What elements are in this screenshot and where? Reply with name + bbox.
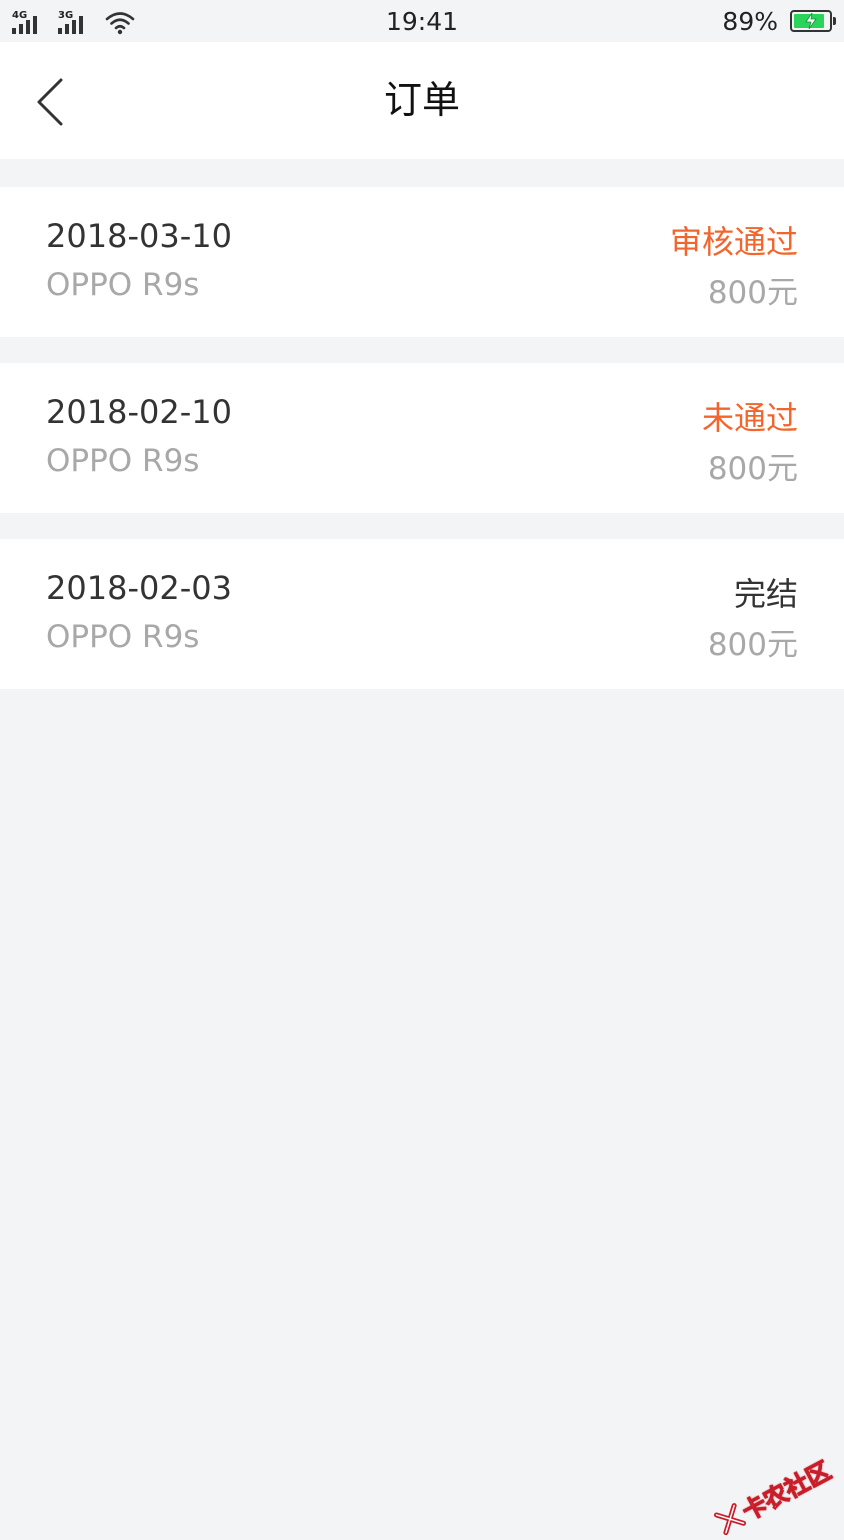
order-product: OPPO R9s [46, 267, 200, 303]
order-date: 2018-02-10 [46, 393, 232, 431]
charging-bolt-icon [805, 13, 817, 29]
battery-percent: 89% [722, 6, 778, 36]
order-date: 2018-03-10 [46, 217, 232, 255]
status-bar: 4G 3G 19:41 89% [0, 0, 844, 42]
chevron-left-icon [37, 78, 63, 126]
order-status: 审核通过 [669, 223, 798, 261]
order-date: 2018-02-03 [46, 569, 232, 607]
order-amount: 800元 [707, 451, 798, 487]
battery-icon [790, 10, 836, 32]
watermark-text: 卡农社区 [737, 1456, 836, 1527]
order-product: OPPO R9s [46, 443, 200, 479]
order-item[interactable]: 2018-02-10 OPPO R9s 未通过 800元 [0, 363, 844, 513]
order-product: OPPO R9s [46, 619, 200, 655]
nav-bar: 订单 [0, 42, 844, 159]
watermark-logo: 卡农社区 [710, 1451, 836, 1540]
status-time: 19:41 [385, 7, 459, 36]
order-item[interactable]: 2018-03-10 OPPO R9s 审核通过 800元 [0, 187, 844, 337]
order-status: 未通过 [701, 399, 798, 437]
status-right: 89% [722, 0, 836, 42]
order-status: 完结 [733, 575, 798, 613]
order-amount: 800元 [707, 627, 798, 663]
page-title: 订单 [383, 78, 460, 122]
order-amount: 800元 [707, 275, 798, 311]
order-item[interactable]: 2018-02-03 OPPO R9s 完结 800元 [0, 539, 844, 689]
back-button[interactable] [20, 62, 80, 142]
